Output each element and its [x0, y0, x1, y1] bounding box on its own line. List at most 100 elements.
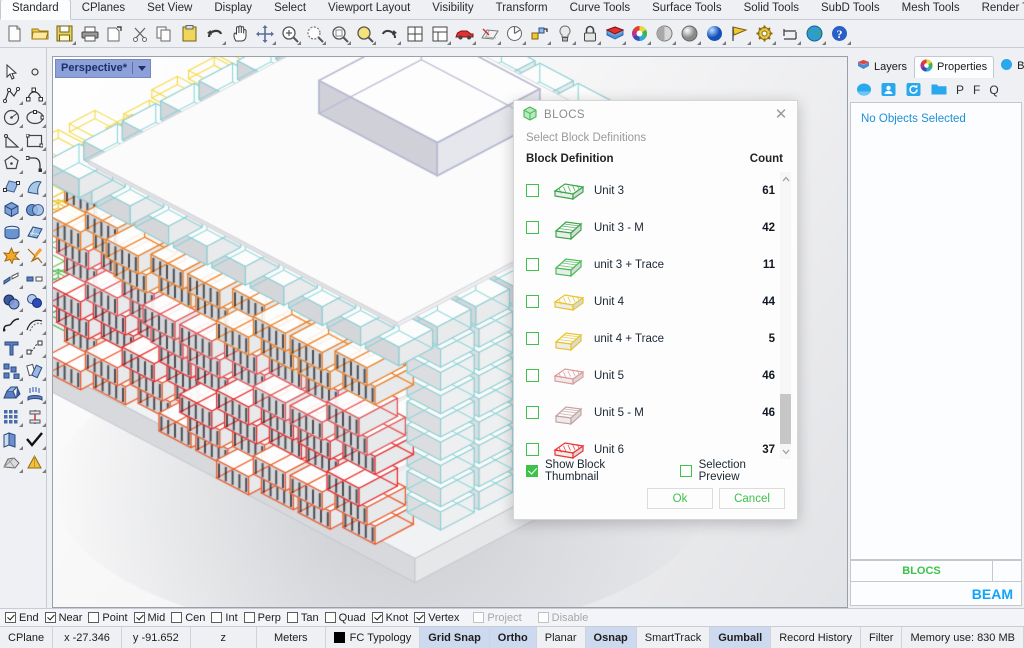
- flyout-indicator[interactable]: [42, 400, 46, 404]
- flyout-indicator[interactable]: [697, 41, 701, 45]
- checkbox[interactable]: [372, 612, 383, 623]
- globe-icon[interactable]: [802, 21, 827, 46]
- checkbox[interactable]: [134, 612, 145, 623]
- flag-icon[interactable]: [727, 21, 752, 46]
- shade-sphere-icon[interactable]: [652, 21, 677, 46]
- rebuild-icon[interactable]: [23, 336, 46, 359]
- blocs-button[interactable]: BLOCS: [850, 560, 993, 582]
- text-icon[interactable]: [0, 336, 23, 359]
- flyout-indicator[interactable]: [42, 216, 46, 220]
- chevron-down-icon[interactable]: [138, 66, 146, 71]
- flyout-indicator[interactable]: [772, 41, 776, 45]
- block-definition-row[interactable]: Unit 5 - M46: [514, 394, 791, 431]
- ok-button[interactable]: Ok: [647, 488, 713, 509]
- block-definition-row[interactable]: unit 3 + Trace11: [514, 246, 791, 283]
- polygon-icon[interactable]: [0, 152, 23, 175]
- flyout-indicator[interactable]: [42, 124, 46, 128]
- status-toggle-planar[interactable]: Planar: [537, 627, 586, 648]
- scrollbar-thumb[interactable]: [780, 394, 791, 444]
- cancel-button[interactable]: Cancel: [719, 488, 785, 509]
- viewport-title-label[interactable]: Perspective*: [55, 59, 151, 78]
- flyout-indicator[interactable]: [42, 147, 46, 151]
- light-bulb-icon[interactable]: [552, 21, 577, 46]
- copy-icon[interactable]: [152, 21, 177, 46]
- status-toggle-filter[interactable]: Filter: [861, 627, 902, 648]
- color-wheel-icon[interactable]: [627, 21, 652, 46]
- dimension-icon[interactable]: [777, 21, 802, 46]
- flyout-indicator[interactable]: [372, 41, 376, 45]
- osnap-mid[interactable]: Mid: [134, 612, 172, 624]
- zoom-in-icon[interactable]: [277, 21, 302, 46]
- flyout-indicator[interactable]: [572, 41, 576, 45]
- flyout-indicator[interactable]: [397, 41, 401, 45]
- block-definition-row[interactable]: unit 4 + Trace5: [514, 320, 791, 357]
- flyout-indicator[interactable]: [547, 41, 551, 45]
- flyout-indicator[interactable]: [322, 41, 326, 45]
- block-edit-icon[interactable]: [527, 21, 552, 46]
- checkbox[interactable]: [287, 612, 298, 623]
- mesh-tools-icon[interactable]: [0, 451, 23, 474]
- grid-plane-icon[interactable]: [477, 21, 502, 46]
- menu-tab-subd-tools[interactable]: SubD Tools: [810, 0, 891, 19]
- box-icon[interactable]: [0, 198, 23, 221]
- osnap-knot[interactable]: Knot: [372, 612, 415, 624]
- flyout-indicator[interactable]: [747, 41, 751, 45]
- checkbox[interactable]: [5, 612, 16, 623]
- status-toggle-smarttrack[interactable]: SmartTrack: [637, 627, 710, 648]
- flyout-indicator[interactable]: [497, 41, 501, 45]
- status-toggle-gumball[interactable]: Gumball: [710, 627, 771, 648]
- osnap-perp[interactable]: Perp: [244, 612, 287, 624]
- refresh-icon[interactable]: [906, 82, 922, 98]
- sphere-boolean-icon[interactable]: [23, 198, 46, 221]
- scrollbar-track[interactable]: [780, 186, 791, 445]
- rotate-icon[interactable]: [23, 359, 46, 382]
- panel-tab-beam[interactable]: BEAM: [994, 55, 1024, 78]
- flyout-indicator[interactable]: [42, 170, 46, 174]
- block-definition-row[interactable]: Unit 444: [514, 283, 791, 320]
- blocs-extra-cell[interactable]: [992, 560, 1022, 582]
- move-gumball-icon[interactable]: [252, 21, 277, 46]
- osnap-project[interactable]: Project: [473, 612, 527, 624]
- flyout-indicator[interactable]: [42, 446, 46, 450]
- point-icon[interactable]: [23, 60, 46, 83]
- flyout-indicator[interactable]: [42, 377, 46, 381]
- rectangle-icon[interactable]: [23, 129, 46, 152]
- option-show-block-thumbnail[interactable]: Show Block Thumbnail: [526, 459, 656, 483]
- undo-icon[interactable]: [202, 21, 227, 46]
- osnap-tan[interactable]: Tan: [287, 612, 325, 624]
- status-toggle-record-history[interactable]: Record History: [771, 627, 861, 648]
- zoom-previous-icon[interactable]: [377, 21, 402, 46]
- menu-tab-standard[interactable]: Standard: [0, 0, 71, 20]
- status-toggle-osnap[interactable]: Osnap: [586, 627, 637, 648]
- checkbox[interactable]: [45, 612, 56, 623]
- offset-curve-icon[interactable]: [23, 313, 46, 336]
- flyout-indicator[interactable]: [272, 41, 276, 45]
- flyout-indicator[interactable]: [42, 308, 46, 312]
- flyout-indicator[interactable]: [822, 41, 826, 45]
- unroll-surface-icon[interactable]: [23, 221, 46, 244]
- dimension-linear-icon[interactable]: [23, 405, 46, 428]
- menu-tab-display[interactable]: Display: [203, 0, 263, 19]
- menu-tab-curve-tools[interactable]: Curve Tools: [559, 0, 642, 19]
- block-checkbox[interactable]: [526, 443, 539, 456]
- menu-tab-mesh-tools[interactable]: Mesh Tools: [891, 0, 971, 19]
- flyout-indicator[interactable]: [597, 41, 601, 45]
- menu-tab-render-tools[interactable]: Render Tools: [971, 0, 1024, 19]
- menu-tab-set-view[interactable]: Set View: [136, 0, 203, 19]
- status-toggle-ortho[interactable]: Ortho: [490, 627, 537, 648]
- curve-control-points-icon[interactable]: [23, 83, 46, 106]
- flyout-indicator[interactable]: [222, 41, 226, 45]
- menu-tab-surface-tools[interactable]: Surface Tools: [641, 0, 732, 19]
- osnap-vertex[interactable]: Vertex: [414, 612, 465, 624]
- flyout-indicator[interactable]: [42, 101, 46, 105]
- pan-hand-icon[interactable]: [227, 21, 252, 46]
- new-file-icon[interactable]: [2, 21, 27, 46]
- checkbox[interactable]: [211, 612, 222, 623]
- flyout-indicator[interactable]: [42, 331, 46, 335]
- zoom-selected-icon[interactable]: [352, 21, 377, 46]
- panel-tab-layers[interactable]: Layers: [851, 56, 914, 78]
- option-selection-preview[interactable]: Selection Preview: [680, 459, 785, 483]
- paste-icon[interactable]: [177, 21, 202, 46]
- loft-icon[interactable]: [23, 382, 46, 405]
- menu-tab-visibility[interactable]: Visibility: [421, 0, 484, 19]
